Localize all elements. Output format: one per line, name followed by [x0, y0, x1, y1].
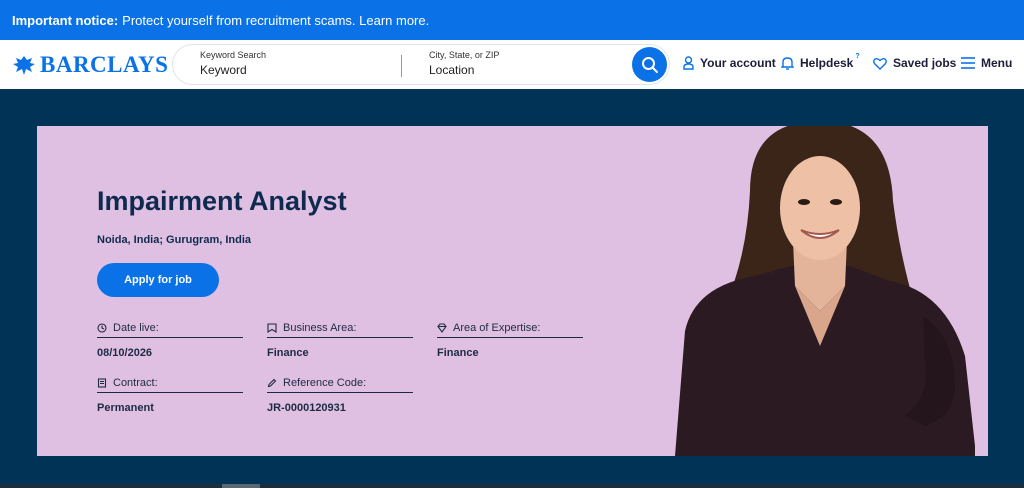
keyword-search-label: Keyword Search	[200, 50, 267, 60]
important-notice-bar[interactable]: Important notice: Protect yourself from …	[0, 0, 1024, 40]
reference-code-field: Reference Code: JR-0000120931	[267, 377, 413, 414]
barclays-logo[interactable]: BARCLAYS	[12, 52, 168, 78]
notice-text[interactable]: Protect yourself from recruitment scams.…	[122, 13, 429, 28]
reference-code-label: Reference Code:	[283, 377, 367, 389]
menu-button[interactable]: Menu	[961, 56, 1012, 70]
reference-code-value: JR-0000120931	[267, 402, 346, 414]
search-button[interactable]	[632, 47, 667, 82]
menu-label: Menu	[981, 56, 1013, 70]
helpdesk-question-mark: ?	[855, 52, 860, 60]
clock-icon	[97, 323, 107, 333]
business-area-field: Business Area: Finance	[267, 322, 413, 359]
location-label: City, State, or ZIP	[429, 50, 500, 60]
scrollbar-thumb[interactable]	[222, 484, 260, 488]
notice-heading: Important notice:	[12, 12, 119, 28]
heart-icon	[873, 57, 887, 70]
your-account-label: Your account	[700, 56, 776, 70]
pencil-icon	[267, 378, 277, 388]
keyword-search-field[interactable]: Keyword Search Keyword	[200, 50, 266, 77]
flag-icon	[267, 323, 277, 333]
document-icon	[97, 378, 107, 388]
hero-portrait-image	[675, 126, 975, 456]
date-live-field: Date live: 08/10/2026	[97, 322, 243, 359]
bell-icon	[781, 57, 794, 70]
horizontal-scrollbar[interactable]	[0, 484, 1024, 488]
job-locations: Noida, India; Gurugram, India	[97, 234, 252, 246]
helpdesk-link[interactable]: Helpdesk ?	[781, 52, 860, 70]
helpdesk-label: Helpdesk	[800, 56, 854, 70]
job-hero-banner: Impairment Analyst Noida, India; Gurugra…	[37, 126, 988, 456]
person-icon	[683, 56, 694, 70]
saved-jobs-label: Saved jobs	[893, 56, 957, 70]
hamburger-icon	[961, 57, 975, 69]
date-live-label: Date live:	[113, 322, 159, 334]
saved-jobs-link[interactable]: Saved jobs	[873, 56, 956, 70]
area-of-expertise-label: Area of Expertise:	[453, 322, 541, 334]
search-divider	[401, 55, 402, 77]
eagle-logo-icon	[13, 56, 35, 75]
site-header: BARCLAYS Keyword Search Keyword City, St…	[0, 40, 1024, 89]
search-bar: Keyword Search Keyword City, State, or Z…	[172, 44, 670, 85]
apply-for-job-button[interactable]: Apply for job	[97, 263, 219, 297]
contract-field: Contract: Permanent	[97, 377, 243, 414]
business-area-label: Business Area:	[283, 322, 357, 334]
diamond-icon	[437, 323, 447, 333]
business-area-value: Finance	[267, 347, 309, 359]
logo-text: BARCLAYS	[40, 52, 169, 77]
keyword-input[interactable]: Keyword	[200, 63, 266, 77]
date-live-value: 08/10/2026	[97, 347, 153, 359]
search-icon	[641, 56, 658, 73]
your-account-link[interactable]: Your account	[683, 56, 776, 70]
location-input[interactable]: Location	[429, 63, 499, 77]
area-of-expertise-value: Finance	[437, 347, 479, 359]
location-search-field[interactable]: City, State, or ZIP Location	[429, 50, 499, 77]
job-title: Impairment Analyst	[97, 186, 347, 216]
area-of-expertise-field: Area of Expertise: Finance	[437, 322, 583, 359]
contract-label: Contract:	[113, 377, 158, 389]
contract-value: Permanent	[97, 402, 154, 414]
